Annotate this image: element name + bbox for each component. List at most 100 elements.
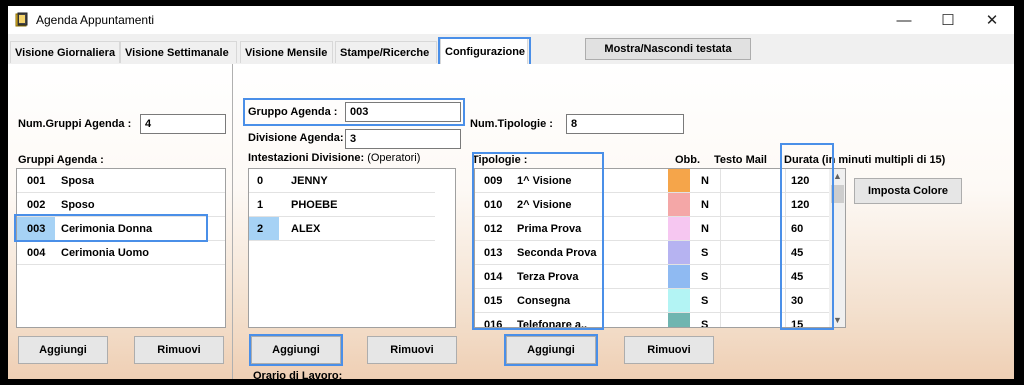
division-headers-sub: (Operatori): [367, 152, 421, 164]
type-name: Prima Prova: [517, 223, 582, 235]
list-item[interactable]: 009 1^ Visione N 120: [475, 169, 829, 193]
scroll-thumb[interactable]: [831, 185, 844, 203]
type-name: Consegna: [517, 295, 571, 307]
operator-id: 1: [257, 199, 264, 211]
selection-marker: [249, 217, 279, 240]
type-obb: N: [701, 199, 709, 211]
type-obb: S: [701, 319, 709, 328]
type-name: Terza Prova: [517, 271, 579, 283]
window-title: Agenda Appuntamenti: [36, 13, 155, 27]
list-item-selected[interactable]: 003 Cerimonia Donna: [17, 217, 225, 241]
type-code: 009: [484, 175, 503, 187]
list-item[interactable]: 001 Sposa: [17, 169, 225, 193]
list-item[interactable]: 010 2^ Visione N 120: [475, 193, 829, 217]
tab-bar: Visione Giornaliera Visione Settimanale …: [8, 34, 1014, 64]
add-operator-button[interactable]: Aggiungi: [251, 336, 341, 364]
title-bar: Agenda Appuntamenti — ☐ ✕: [8, 6, 1014, 34]
operator-id: 0: [257, 175, 264, 187]
type-color-swatch[interactable]: [668, 313, 690, 327]
working-hours-label: Orario di Lavoro:: [253, 370, 343, 379]
type-mail-cell[interactable]: [720, 241, 786, 264]
division-headers-title: Intestazioni Divisione:: [248, 152, 365, 164]
list-item[interactable]: 004 Cerimonia Uomo: [17, 241, 225, 265]
tab-configurazione[interactable]: Configurazione: [440, 38, 528, 64]
minimize-button[interactable]: —: [882, 6, 926, 34]
type-mail-cell[interactable]: [720, 265, 786, 288]
maximize-button[interactable]: ☐: [926, 6, 970, 34]
app-icon: [14, 12, 30, 28]
type-color-swatch[interactable]: [668, 289, 690, 312]
group-code: 003: [27, 223, 46, 235]
division-panel: Gruppo Agenda : 003 Divisione Agenda: 3 …: [232, 64, 465, 379]
num-types-input[interactable]: 8: [566, 114, 684, 134]
type-color-swatch[interactable]: [668, 265, 690, 288]
type-mail-cell[interactable]: [720, 217, 786, 240]
groups-panel: Num.Gruppi Agenda : 4 Gruppi Agenda : 00…: [10, 64, 230, 379]
types-scrollbar[interactable]: ▲ ▼: [829, 169, 845, 327]
set-color-button[interactable]: Imposta Colore: [854, 178, 962, 204]
type-code: 014: [484, 271, 503, 283]
list-item[interactable]: 016 Telefonare a.. S 15: [475, 313, 829, 328]
type-color-swatch[interactable]: [668, 193, 690, 216]
num-types-label: Num.Tipologie :: [470, 118, 553, 130]
app-window: Agenda Appuntamenti — ☐ ✕ Visione Giorna…: [8, 6, 1014, 379]
type-mail-cell[interactable]: [720, 289, 786, 312]
toggle-header-button[interactable]: Mostra/Nascondi testata: [585, 38, 751, 60]
type-obb: N: [701, 223, 709, 235]
list-item[interactable]: 0 JENNY: [249, 169, 435, 193]
division-agenda-label: Divisione Agenda:: [248, 132, 344, 144]
group-name: Cerimonia Donna: [61, 223, 153, 235]
close-button[interactable]: ✕: [970, 6, 1014, 34]
type-color-swatch[interactable]: [668, 169, 690, 192]
group-name: Cerimonia Uomo: [61, 247, 150, 259]
group-code: 001: [27, 175, 46, 187]
groups-list-label: Gruppi Agenda :: [18, 154, 104, 166]
group-agenda-label: Gruppo Agenda :: [248, 106, 338, 118]
configuration-content: Num.Gruppi Agenda : 4 Gruppi Agenda : 00…: [8, 64, 1014, 379]
num-groups-input[interactable]: 4: [140, 114, 226, 134]
scroll-down-icon[interactable]: ▼: [829, 313, 845, 327]
type-mail-cell[interactable]: [720, 313, 786, 327]
tab-visione-settimanale[interactable]: Visione Settimanale: [120, 41, 237, 63]
operators-list: 0 JENNY 1 PHOEBE 2 ALEX: [248, 168, 456, 328]
type-duration: 45: [791, 247, 804, 259]
list-item[interactable]: 002 Sposo: [17, 193, 225, 217]
list-item[interactable]: 012 Prima Prova N 60: [475, 217, 829, 241]
type-code: 012: [484, 223, 503, 235]
type-mail-cell[interactable]: [720, 193, 786, 216]
tab-visione-mensile[interactable]: Visione Mensile: [240, 41, 333, 63]
type-color-swatch[interactable]: [668, 217, 690, 240]
add-type-button[interactable]: Aggiungi: [506, 336, 596, 364]
type-code: 013: [484, 247, 503, 259]
remove-group-button[interactable]: Rimuovi: [134, 336, 224, 364]
type-name: 2^ Visione: [517, 199, 572, 211]
add-group-button[interactable]: Aggiungi: [18, 336, 108, 364]
list-item[interactable]: 014 Terza Prova S 45: [475, 265, 829, 289]
type-name: Telefonare a..: [517, 319, 588, 328]
scroll-up-icon[interactable]: ▲: [829, 169, 845, 183]
groups-list: 001 Sposa 002 Sposo 003 Cerimonia Donna …: [16, 168, 226, 328]
list-item-selected[interactable]: 2 ALEX: [249, 217, 435, 241]
type-duration: 45: [791, 271, 804, 283]
division-agenda-input[interactable]: 3: [345, 129, 461, 149]
remove-operator-button[interactable]: Rimuovi: [367, 336, 457, 364]
type-name: 1^ Visione: [517, 175, 572, 187]
type-mail-cell[interactable]: [720, 169, 786, 192]
types-list: 009 1^ Visione N 120 010 2^ Visione N 12…: [474, 168, 846, 328]
types-list-label: Tipologie :: [472, 154, 528, 166]
tab-stampe-ricerche[interactable]: Stampe/Ricerche: [335, 41, 437, 63]
num-groups-label: Num.Gruppi Agenda :: [18, 118, 132, 130]
list-item[interactable]: 1 PHOEBE: [249, 193, 435, 217]
type-color-swatch[interactable]: [668, 241, 690, 264]
operator-name: ALEX: [291, 223, 321, 235]
list-item[interactable]: 013 Seconda Prova S 45: [475, 241, 829, 265]
list-item[interactable]: 015 Consegna S 30: [475, 289, 829, 313]
col-obb-header: Obb.: [675, 154, 701, 166]
tab-visione-giornaliera[interactable]: Visione Giornaliera: [10, 41, 120, 63]
remove-type-button[interactable]: Rimuovi: [624, 336, 714, 364]
type-duration: 30: [791, 295, 804, 307]
type-duration: 120: [791, 175, 810, 187]
group-agenda-input[interactable]: 003: [345, 102, 461, 122]
group-name: Sposo: [61, 199, 95, 211]
type-duration: 15: [791, 319, 804, 328]
